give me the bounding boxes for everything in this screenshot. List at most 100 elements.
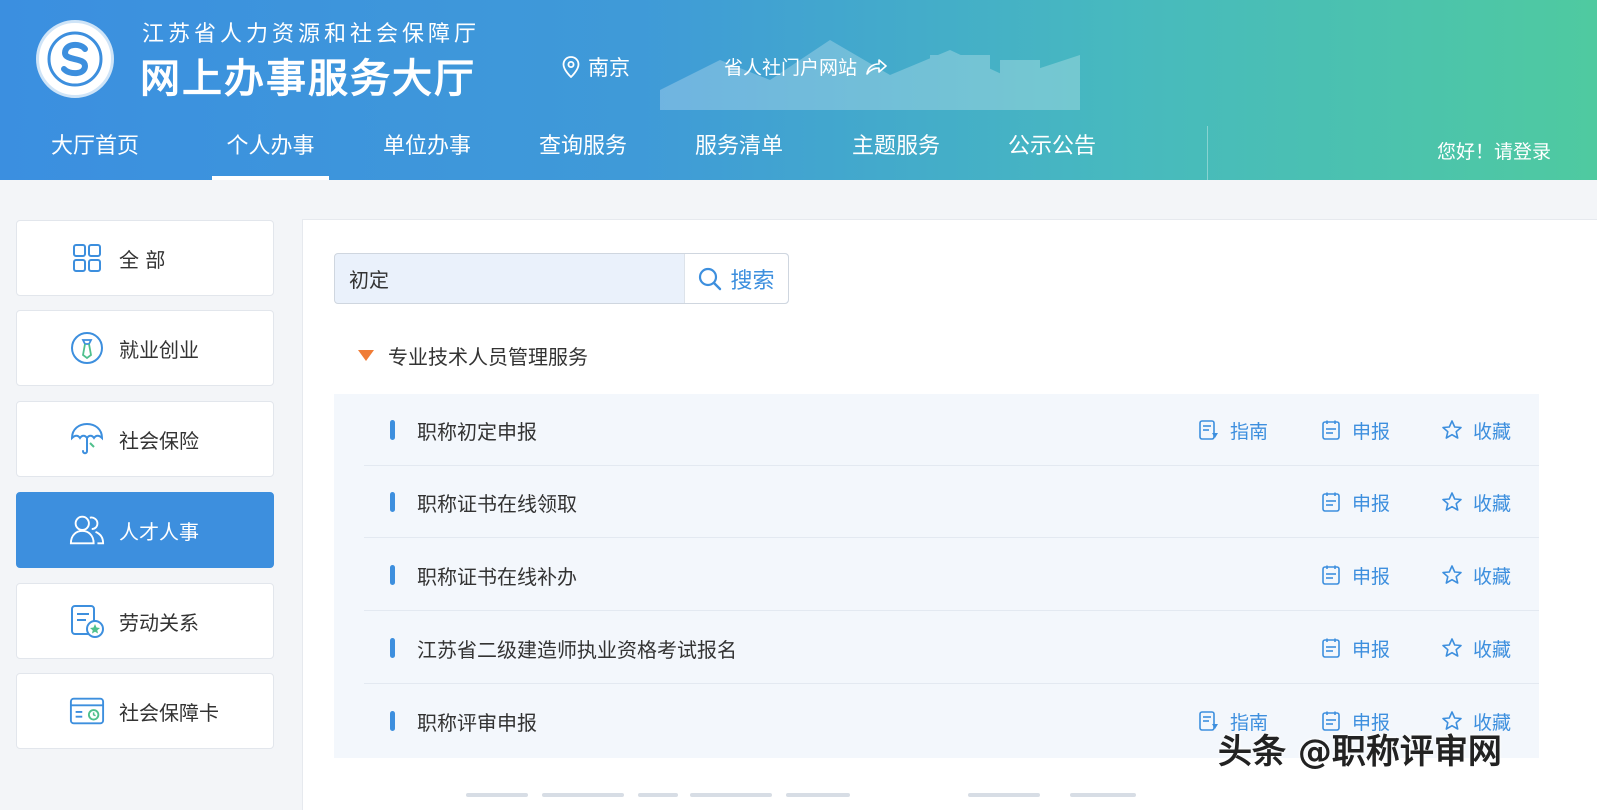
sidebar-item-social-security-card[interactable]: 社会保障卡 — [16, 673, 274, 749]
apply-button[interactable]: 申报 — [1320, 489, 1390, 516]
document-star-icon — [69, 603, 105, 639]
pagination-button[interactable] — [1070, 793, 1136, 797]
guide-button[interactable]: 指南 — [1198, 417, 1268, 444]
people-icon — [69, 512, 105, 548]
umbrella-icon — [69, 421, 105, 457]
apply-label: 申报 — [1352, 565, 1391, 588]
sidebar-item-label: 全 部 — [119, 247, 166, 272]
portal-link-label: 省人社门户网站 — [724, 57, 858, 79]
sidebar-item-label: 就业创业 — [119, 337, 199, 362]
nav-item-service-list[interactable]: 服务清单 — [694, 128, 784, 180]
apply-label: 申报 — [1352, 492, 1391, 515]
search-input[interactable] — [335, 254, 684, 303]
service-row: 江苏省二级建造师执业资格考试报名 申报 收藏 — [334, 612, 1539, 684]
row-divider — [364, 537, 1539, 538]
pagination-button[interactable] — [968, 793, 1040, 797]
favorite-label: 收藏 — [1473, 565, 1512, 588]
star-icon — [1442, 565, 1462, 584]
favorite-label: 收藏 — [1473, 638, 1512, 661]
row-marker — [390, 638, 395, 658]
employment-icon — [69, 330, 105, 366]
sidebar-item-all[interactable]: 全 部 — [16, 220, 274, 296]
apply-icon — [1322, 492, 1340, 512]
main-nav: 大厅首页 个人办事 单位办事 查询服务 服务清单 主题服务 公示公告 您好！请登… — [0, 114, 1597, 180]
service-list: 职称初定申报 指南 申报 收藏 职称证书在线领取 申报 收藏 职称证书在线补办 … — [334, 394, 1539, 758]
location-pin-icon — [562, 56, 580, 78]
card-icon — [69, 693, 105, 729]
org-name: 江苏省人力资源和社会保障厅 — [142, 22, 481, 47]
sidebar-item-employment[interactable]: 就业创业 — [16, 310, 274, 386]
service-name[interactable]: 江苏省二级建造师执业资格考试报名 — [417, 634, 737, 663]
nav-item-announcements[interactable]: 公示公告 — [1007, 128, 1097, 180]
guide-icon — [1199, 711, 1218, 731]
login-link[interactable]: 您好！请登录 — [1437, 137, 1551, 164]
row-marker — [390, 492, 395, 512]
nav-item-personal[interactable]: 个人办事 — [212, 128, 329, 180]
apply-label: 申报 — [1352, 420, 1391, 443]
sidebar-item-talent-personnel[interactable]: 人才人事 — [16, 492, 274, 568]
row-marker — [390, 565, 395, 585]
search-button[interactable]: 搜索 — [684, 254, 788, 303]
nav-item-organization[interactable]: 单位办事 — [382, 128, 472, 180]
collapse-triangle-icon — [358, 350, 374, 361]
pagination-button[interactable] — [542, 793, 624, 797]
apply-icon — [1322, 420, 1340, 440]
service-row: 职称证书在线领取 申报 收藏 — [334, 466, 1539, 538]
favorite-label: 收藏 — [1473, 492, 1512, 515]
sidebar-item-label: 劳动关系 — [119, 610, 199, 635]
hall-title: 网上办事服务大厅 — [140, 56, 476, 102]
nav-item-topics[interactable]: 主题服务 — [851, 128, 941, 180]
favorite-button[interactable]: 收藏 — [1441, 489, 1511, 516]
location-selector[interactable]: 南京 — [562, 52, 630, 82]
search-icon — [699, 267, 722, 290]
pagination-button[interactable] — [690, 793, 772, 797]
pagination-button[interactable] — [786, 793, 850, 797]
category-header[interactable]: 专业技术人员管理服务 — [358, 341, 588, 370]
row-marker — [390, 420, 395, 440]
favorite-label: 收藏 — [1473, 420, 1512, 443]
pagination-button[interactable] — [466, 793, 528, 797]
service-name[interactable]: 职称初定申报 — [417, 416, 537, 445]
service-name[interactable]: 职称评审申报 — [417, 707, 537, 736]
favorite-button[interactable]: 收藏 — [1441, 562, 1511, 589]
logo-icon — [47, 31, 103, 87]
location-label: 南京 — [588, 56, 630, 80]
apply-button[interactable]: 申报 — [1320, 562, 1390, 589]
sidebar-item-label: 人才人事 — [119, 519, 199, 544]
guide-label: 指南 — [1230, 420, 1269, 443]
search-box: 搜索 — [334, 253, 789, 304]
sidebar-item-labor-relations[interactable]: 劳动关系 — [16, 583, 274, 659]
star-icon — [1442, 638, 1462, 657]
row-divider — [364, 683, 1539, 684]
pagination-button[interactable] — [638, 793, 678, 797]
nav-item-query[interactable]: 查询服务 — [538, 128, 628, 180]
row-marker — [390, 711, 395, 731]
search-button-label: 搜索 — [730, 268, 775, 294]
sidebar-item-label: 社会保险 — [119, 428, 199, 453]
apply-button[interactable]: 申报 — [1320, 417, 1390, 444]
guide-icon — [1199, 420, 1218, 440]
service-name[interactable]: 职称证书在线补办 — [417, 561, 577, 590]
ministry-logo[interactable] — [36, 20, 114, 98]
nav-divider — [1207, 126, 1208, 180]
apply-icon — [1322, 565, 1340, 585]
star-icon — [1442, 492, 1462, 511]
apply-button[interactable]: 申报 — [1320, 635, 1390, 662]
nav-item-home[interactable]: 大厅首页 — [50, 128, 140, 180]
portal-link[interactable]: 省人社门户网站 — [724, 53, 887, 80]
star-icon — [1442, 420, 1462, 439]
favorite-button[interactable]: 收藏 — [1441, 635, 1511, 662]
watermark: 头条 @职称评审网 — [1218, 732, 1502, 772]
sidebar-item-insurance[interactable]: 社会保险 — [16, 401, 274, 477]
apply-label: 申报 — [1352, 638, 1391, 661]
service-row: 职称证书在线补办 申报 收藏 — [334, 539, 1539, 611]
service-name[interactable]: 职称证书在线领取 — [417, 488, 577, 517]
apply-icon — [1322, 638, 1340, 658]
share-arrow-icon — [866, 58, 887, 75]
favorite-button[interactable]: 收藏 — [1441, 417, 1511, 444]
service-row: 职称初定申报 指南 申报 收藏 — [334, 394, 1539, 466]
row-divider — [364, 610, 1539, 611]
sidebar-item-label: 社会保障卡 — [119, 700, 219, 725]
category-title: 专业技术人员管理服务 — [388, 345, 588, 369]
grid-icon — [69, 240, 105, 276]
